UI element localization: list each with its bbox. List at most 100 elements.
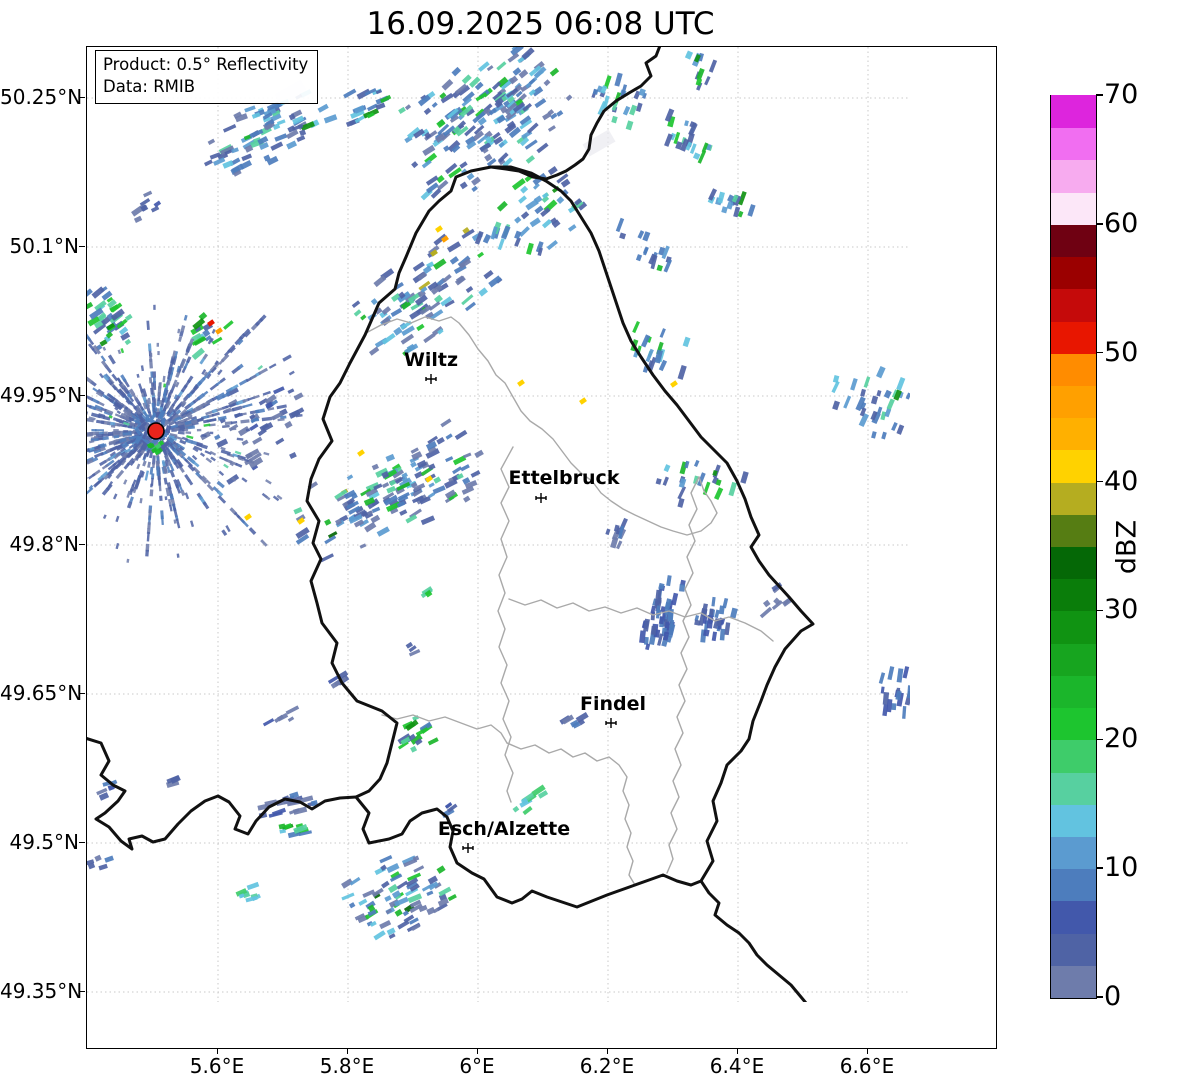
x-tick-label: 6.4°E: [709, 1054, 765, 1078]
x-tick-label: 6°E: [459, 1054, 495, 1078]
map-layers: Wiltz Ettelbruck Findel Esch/Alzette: [87, 47, 967, 1002]
country-borders: [87, 47, 815, 1002]
colorbar-tick-mark: [1096, 609, 1103, 612]
x-tick-label: 5.8°E: [319, 1054, 375, 1078]
colorbar-segment: [1051, 932, 1096, 966]
x-tick-label: 5.6°E: [189, 1054, 245, 1078]
colorbar-tick-label: 20: [1104, 723, 1139, 755]
city-name: Wiltz: [404, 349, 458, 371]
radar-echo-cluster: [257, 791, 318, 819]
x-tick-mark: [476, 1048, 478, 1054]
city-marker: [535, 493, 547, 503]
y-tick-label: 49.35°N: [0, 979, 83, 1003]
radar-echo-cluster: [420, 586, 433, 599]
radar-map-canvas: Wiltz Ettelbruck Findel Esch/Alzette: [87, 47, 967, 1002]
colorbar-tick-label: 50: [1104, 336, 1139, 368]
radar-echo-cluster: [165, 775, 181, 789]
radar-echo-cluster: [262, 705, 300, 727]
y-tick-label: 50.1°N: [9, 234, 80, 258]
radar-echo-cluster: [615, 217, 673, 273]
y-tick-mark: [79, 692, 85, 694]
colorbar-segment: [1051, 868, 1096, 902]
map-plot-area: Wiltz Ettelbruck Findel Esch/Alzette: [86, 46, 997, 1049]
y-tick-mark: [79, 543, 85, 545]
colorbar-segment: [1051, 804, 1096, 837]
radar-echo-cluster: [630, 320, 691, 380]
radar-echo-cluster: [957, 127, 967, 147]
city-name: Esch/Alzette: [438, 818, 570, 840]
y-tick-label: 49.5°N: [9, 830, 80, 854]
colorbar-segment: [1051, 127, 1096, 161]
radar-echo-cluster: [343, 87, 392, 128]
radar-echo-cluster: [759, 582, 792, 619]
colorbar-segment: [1051, 610, 1096, 644]
radar-echo-cluster: [87, 286, 133, 351]
x-tick-mark: [606, 1048, 608, 1054]
colorbar-segment: [1051, 224, 1096, 258]
radar-echo-cluster: [278, 823, 312, 839]
colorbar-segment: [1051, 417, 1096, 451]
radar-echo-cluster: [512, 784, 549, 816]
y-tick-label: 49.95°N: [0, 383, 83, 407]
radar-echoes: [87, 47, 967, 941]
x-tick-mark: [736, 1048, 738, 1054]
radar-echo-cluster: [878, 666, 910, 719]
colorbar-segment: [1051, 95, 1096, 129]
product-info-box: Product: 0.5° Reflectivity Data: RMIB: [95, 50, 319, 104]
colorbar-tick-mark: [1096, 996, 1103, 998]
city-labels: Wiltz Ettelbruck Findel Esch/Alzette: [404, 349, 646, 853]
radar-echo-cluster: [96, 779, 118, 801]
radar-echo-cluster: [87, 854, 114, 871]
radar-echo-cluster: [684, 50, 718, 91]
y-tick-mark: [79, 96, 85, 98]
radar-echo-cluster: [707, 188, 756, 218]
colorbar-segment: [1051, 288, 1096, 322]
city-name: Findel: [580, 693, 646, 715]
colorbar-segment: [1051, 900, 1096, 934]
city-marker: [462, 843, 474, 853]
colorbar-segment: [1051, 739, 1096, 773]
radar-echo-cluster: [199, 386, 305, 485]
radar-echo-cluster: [664, 108, 713, 164]
x-tick-label: 6.6°E: [839, 1054, 895, 1078]
colorbar-tick-label: 70: [1104, 79, 1139, 110]
radar-echo-cluster: [293, 418, 484, 563]
figure-title: 16.09.2025 06:08 UTC: [366, 6, 715, 42]
y-tick-label: 49.8°N: [9, 532, 80, 556]
colorbar-segment: [1051, 449, 1096, 483]
data-source-line: Data: RMIB: [103, 76, 196, 96]
city-marker: [425, 374, 437, 384]
colorbar-tick-label: 0: [1104, 981, 1122, 1012]
colorbar-segment: [1051, 836, 1096, 870]
city-name: Ettelbruck: [509, 467, 620, 489]
graticule: [87, 47, 910, 1002]
radar-echo-cluster: [235, 881, 261, 903]
product-line: Product: 0.5° Reflectivity: [103, 55, 309, 74]
radar-echo-cluster: [131, 190, 162, 224]
radar-figure: 16.09.2025 06:08 UTC Wiltz Ettelbruck Find…: [0, 0, 1184, 1081]
colorbar-segment: [1051, 675, 1096, 709]
y-tick-mark: [79, 394, 85, 396]
colorbar-unit-label: dBZ: [1111, 519, 1143, 575]
colorbar-tick-mark: [1096, 738, 1103, 740]
colorbar-tick-label: 60: [1104, 207, 1139, 239]
y-tick-mark: [79, 245, 85, 247]
y-tick-label: 49.65°N: [0, 681, 83, 705]
radar-echo-cluster: [341, 855, 457, 941]
x-tick-mark: [346, 1048, 348, 1054]
y-tick-label: 50.25°N: [0, 85, 83, 109]
colorbar-segment: [1051, 546, 1096, 580]
x-tick-mark: [866, 1048, 868, 1054]
x-tick-label: 6.2°E: [579, 1054, 635, 1078]
colorbar-segment: [1051, 771, 1096, 805]
colorbar-tick-mark: [1096, 94, 1103, 96]
colorbar-segment: [1051, 707, 1096, 741]
colorbar-segment: [1051, 965, 1096, 998]
colorbar-segment: [1051, 481, 1096, 515]
colorbar-segment: [1051, 159, 1096, 193]
y-tick-mark: [79, 990, 85, 992]
radar-echo-cluster: [605, 517, 628, 550]
colorbar-segment: [1051, 256, 1096, 290]
colorbar-tick-label: 10: [1104, 852, 1139, 884]
radar-echo-cluster: [351, 227, 503, 356]
